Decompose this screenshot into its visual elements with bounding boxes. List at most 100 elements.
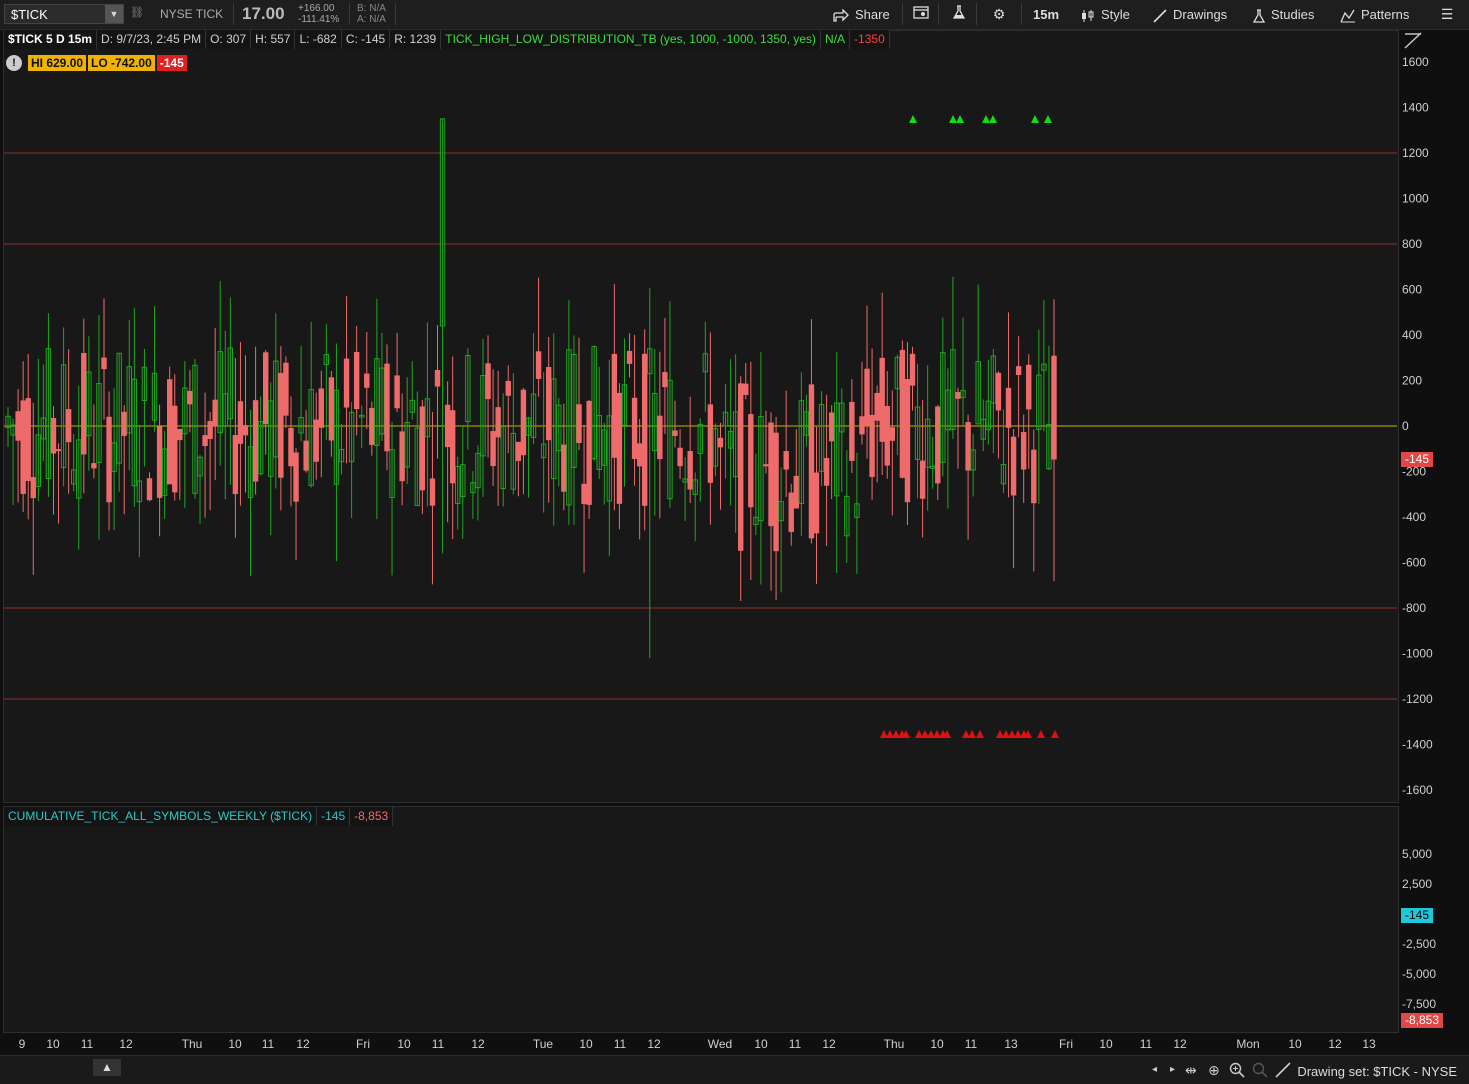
green-triangle-marker	[956, 115, 964, 123]
candle-body	[889, 427, 895, 441]
close-value: C: -145	[341, 30, 391, 49]
y-tick-label: -1600	[1402, 783, 1433, 797]
candle-body	[884, 406, 890, 466]
candle-body	[520, 389, 527, 456]
candle-body	[313, 419, 319, 462]
y-tick-label: -1200	[1402, 692, 1433, 706]
candle-body	[919, 460, 926, 499]
candle-body	[859, 416, 865, 435]
lower-y-tick-label: 5,000	[1402, 847, 1432, 861]
candle-body	[793, 475, 799, 509]
candle-body	[561, 444, 567, 492]
x-tick-label: 11	[965, 1037, 978, 1051]
x-tick-label: Tue	[533, 1037, 554, 1051]
candle-body	[909, 353, 916, 386]
candle-body	[788, 492, 794, 532]
candle-body	[237, 401, 244, 444]
red-triangle-marker	[1051, 730, 1059, 738]
x-tick-label: Thu	[884, 1037, 905, 1051]
high-label: HI 629.00	[28, 55, 87, 71]
scroll-right-icon[interactable]: ▸	[1170, 1064, 1175, 1075]
drawing-set-label[interactable]: Drawing set: $TICK - NYSE	[1297, 1064, 1457, 1079]
candle-body	[252, 400, 259, 482]
candle-body	[657, 415, 663, 460]
pencil-icon[interactable]	[1275, 1062, 1291, 1081]
candle-body	[586, 400, 592, 505]
drawing-tool-icon[interactable]	[1402, 30, 1426, 50]
x-tick-label: 11	[262, 1037, 275, 1051]
candle-body	[935, 406, 941, 484]
x-tick-label: 12	[647, 1037, 661, 1051]
candle-body	[278, 372, 284, 478]
candle-body	[823, 458, 830, 486]
hi-lo-labels: ! HI 629.00 LO -742.00 -145	[6, 55, 187, 71]
candle-body	[30, 477, 36, 499]
crosshair-icon[interactable]: ⊕	[1208, 1062, 1220, 1079]
green-triangle-marker	[1044, 115, 1052, 123]
scroll-left-icon[interactable]: ◂	[1152, 1064, 1157, 1075]
zoom-out-icon[interactable]	[1252, 1062, 1268, 1081]
candle-body	[965, 422, 971, 471]
candle-body	[207, 421, 213, 439]
bar-date: D: 9/7/23, 2:45 PM	[97, 30, 207, 49]
candle-body	[263, 352, 269, 425]
y-tick-label: 1600	[1402, 55, 1429, 69]
candle-body	[293, 452, 299, 502]
candle-body	[434, 370, 441, 387]
candle-body	[1015, 366, 1022, 375]
y-tick-label: 200	[1402, 374, 1422, 388]
current-label: -145	[156, 55, 187, 71]
x-tick-label: 12	[1328, 1037, 1342, 1051]
candle-body	[738, 383, 744, 551]
candle-body	[783, 450, 789, 470]
candle-body	[156, 426, 163, 498]
x-tick-label: 10	[579, 1037, 593, 1051]
candle-body	[343, 358, 350, 408]
x-tick-label: 11	[789, 1037, 802, 1051]
study-label[interactable]: TICK_HIGH_LOW_DISTRIBUTION_TB (yes, 1000…	[441, 30, 822, 49]
candle-body	[808, 384, 815, 539]
candle-body	[626, 350, 633, 364]
x-tick-label: 11	[1140, 1037, 1153, 1051]
candle-body	[1020, 432, 1027, 470]
expand-icon[interactable]: ⇹	[1185, 1062, 1197, 1079]
candle-body	[81, 353, 87, 455]
candle-body	[879, 357, 885, 442]
candle-body	[55, 449, 62, 452]
red-triangle-marker	[1037, 730, 1045, 738]
red-triangle-marker	[968, 730, 976, 738]
candle-body	[172, 405, 178, 493]
x-tick-label: Thu	[182, 1037, 203, 1051]
candle-body	[641, 353, 648, 506]
candle-body	[687, 450, 693, 490]
low-label: LO -742.00	[88, 55, 155, 71]
green-triangle-marker	[989, 115, 997, 123]
lower-value-2: -8,853	[350, 807, 394, 826]
candle-body	[419, 406, 426, 491]
candle-body	[485, 363, 491, 400]
candle-body	[65, 409, 72, 443]
x-tick-label: 10	[1288, 1037, 1302, 1051]
candle-body	[813, 472, 820, 534]
lower-red-tag: -8,853	[1401, 1013, 1444, 1028]
status-bar: ▲ ◂ ▸ ⇹ ⊕ Drawing set: $TICK - NYSE	[0, 1055, 1469, 1084]
candle-body	[869, 414, 875, 477]
zoom-in-icon[interactable]	[1229, 1062, 1245, 1081]
green-triangle-marker	[982, 115, 990, 123]
candle-body	[353, 351, 360, 410]
candle-body	[429, 478, 436, 506]
candle-body	[743, 383, 749, 395]
candle-body	[369, 407, 375, 445]
candle-body	[545, 366, 552, 441]
candle-body	[773, 432, 779, 552]
alert-icon[interactable]: !	[6, 55, 22, 71]
candle-body	[763, 464, 769, 467]
x-tick-label: Wed	[708, 1037, 732, 1051]
collapse-up-icon[interactable]: ▲	[93, 1059, 121, 1076]
candle-body	[232, 435, 239, 495]
candle-body	[904, 379, 911, 503]
lower-y-tick-label: -5,000	[1402, 967, 1436, 981]
lower-study-title[interactable]: CUMULATIVE_TICK_ALL_SYMBOLS_WEEKLY ($TIC…	[4, 807, 318, 826]
y-tick-label: 400	[1402, 328, 1422, 342]
x-tick-label: 12	[471, 1037, 485, 1051]
